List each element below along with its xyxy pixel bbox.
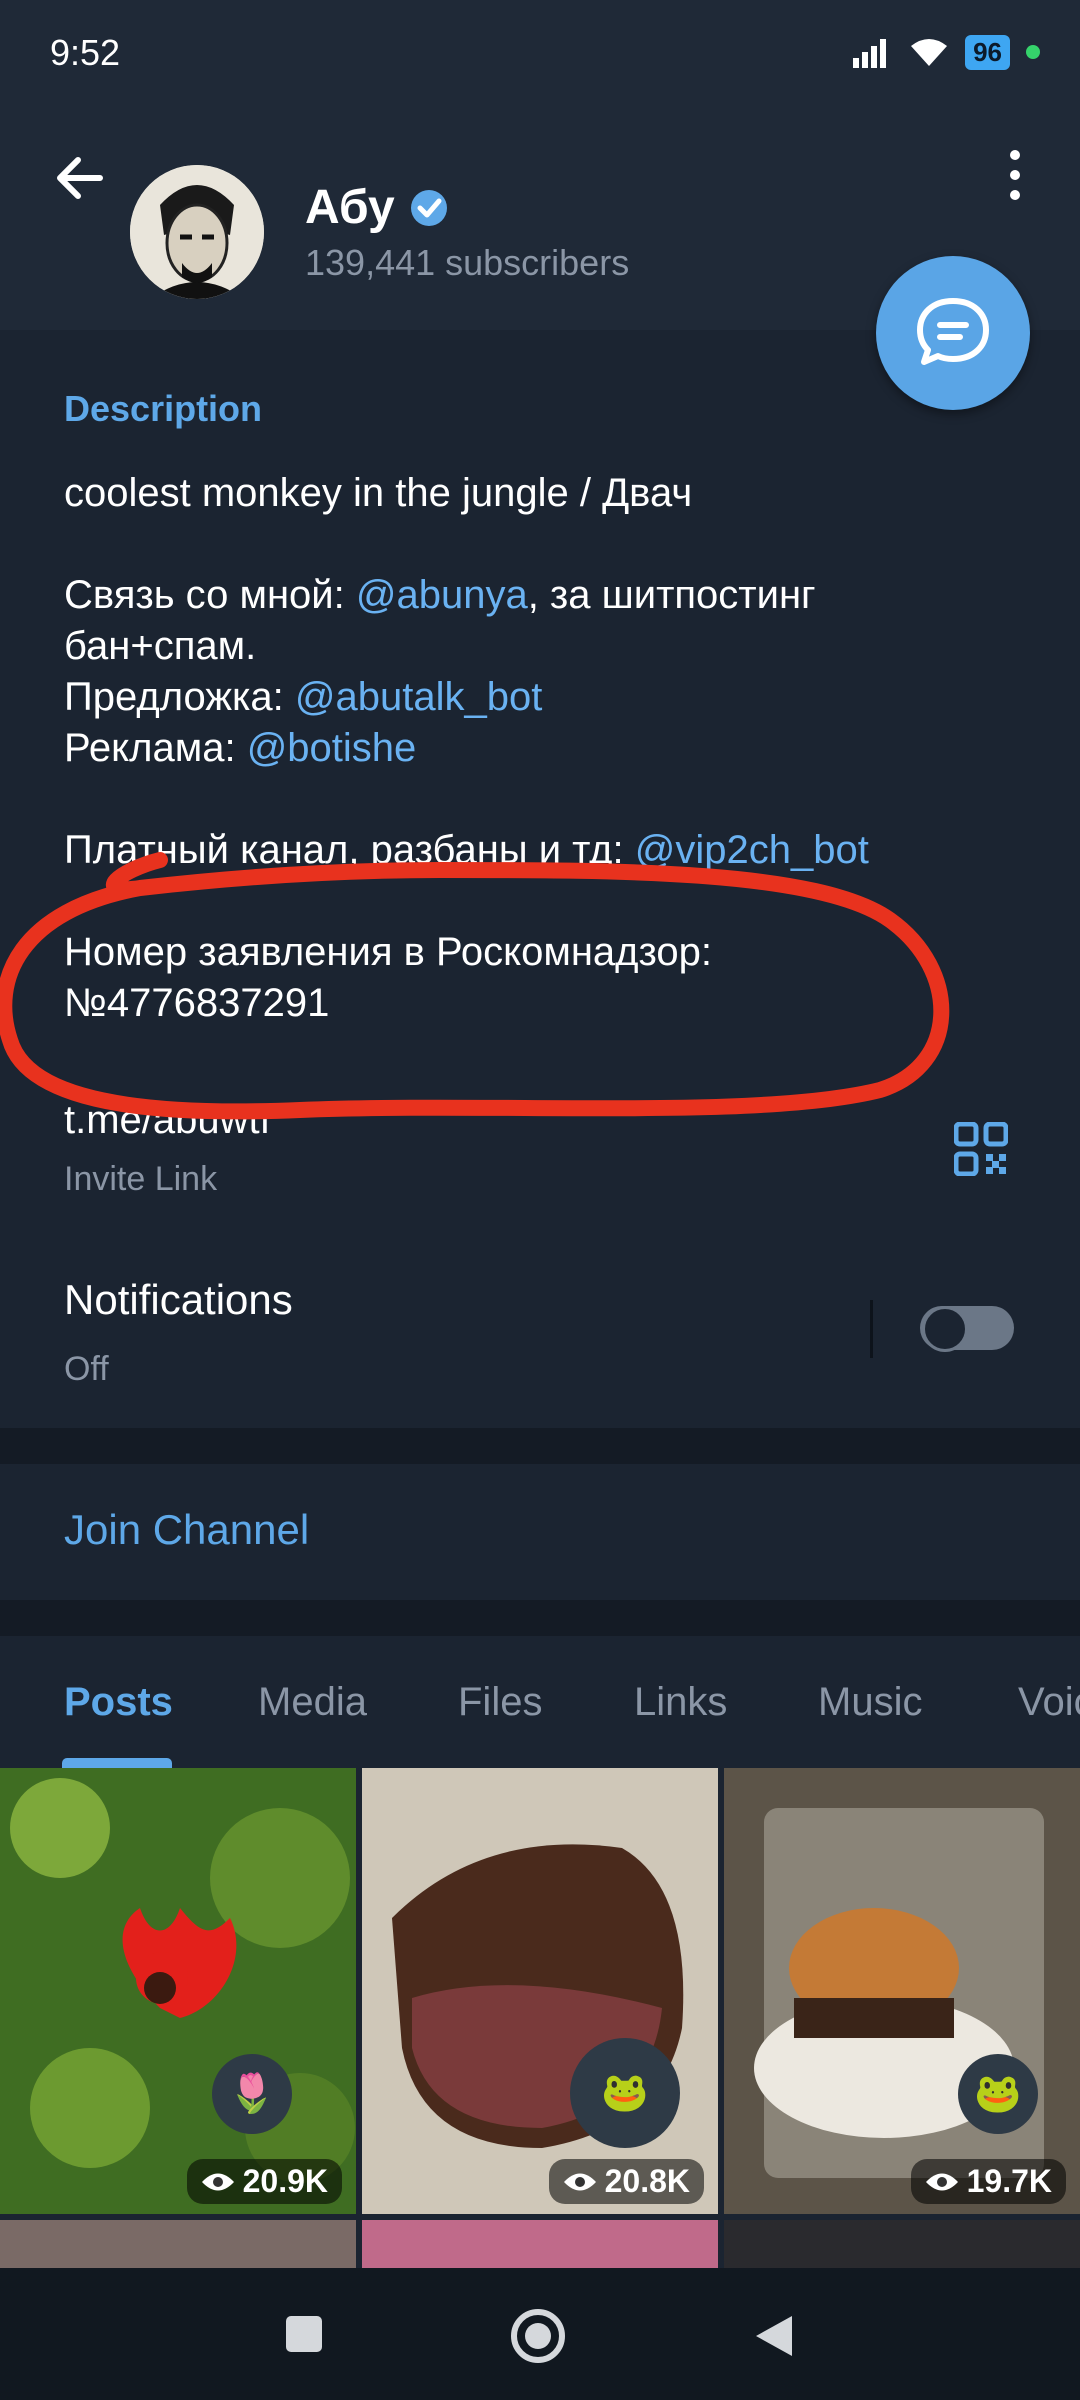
text: , за шитпостинг — [527, 573, 816, 617]
post-tile[interactable] — [362, 2220, 718, 2268]
views-value: 20.9K — [242, 2163, 328, 2199]
post-tile[interactable] — [0, 2220, 356, 2268]
tab-voice[interactable]: Voice — [1018, 1680, 1080, 1725]
flower-photo — [0, 1768, 356, 2214]
wifi-icon — [911, 39, 948, 66]
invite-link-label: Invite Link — [64, 1160, 218, 1198]
message-button[interactable] — [876, 256, 1030, 410]
post-tile[interactable] — [724, 2220, 1080, 2268]
notifications-state: Off — [64, 1350, 109, 1388]
description-line: Реклама: @botishe — [64, 723, 1024, 774]
back-triangle-icon[interactable] — [752, 2312, 796, 2360]
system-nav-bar — [0, 2268, 1080, 2400]
tab-links[interactable]: Links — [634, 1680, 727, 1725]
eye-icon — [201, 2173, 234, 2190]
section-separator — [0, 1600, 1080, 1636]
burger-photo — [724, 1768, 1080, 2214]
join-channel-button[interactable]: Join Channel — [64, 1506, 309, 1554]
eye-icon — [563, 2173, 596, 2190]
reaction-sticker: 🌷 — [212, 2054, 292, 2134]
posts-grid: 🌷 20.9K 🐸 20.8K 🐸 19.7K — [0, 1768, 1080, 2268]
post-tile[interactable]: 🌷 20.9K — [0, 1768, 356, 2214]
status-time: 9:52 — [50, 32, 121, 73]
view-count: 19.7K — [910, 2159, 1066, 2204]
text: Связь со мной: — [64, 573, 356, 617]
chat-bubble-icon — [917, 298, 989, 365]
subscriber-count: 139,441 subscribers — [305, 242, 630, 283]
description-line: coolest monkey in the jungle / Двач — [64, 471, 693, 515]
view-count: 20.8K — [548, 2159, 704, 2204]
reaction-sticker: 🐸 — [958, 2054, 1038, 2134]
battery-icon: 96 — [965, 34, 1010, 70]
mention-link-abutalk-bot[interactable]: @abutalk_bot — [295, 675, 542, 719]
post-tile[interactable]: 🐸 19.7K — [724, 1768, 1080, 2214]
views-value: 20.8K — [604, 2163, 690, 2199]
post-tile[interactable]: 🐸 20.8K — [362, 1768, 718, 2214]
reaction-sticker: 🐸 — [570, 2038, 680, 2148]
recents-square-icon[interactable] — [284, 2314, 324, 2354]
privacy-dot-icon — [1026, 45, 1040, 59]
tab-files[interactable]: Files — [458, 1680, 542, 1725]
active-tab-indicator — [62, 1758, 172, 1768]
tab-media[interactable]: Media — [258, 1680, 367, 1725]
description-line: Предложка: @abutalk_bot — [64, 672, 1024, 723]
tab-music[interactable]: Music — [818, 1680, 922, 1725]
text: Предложка: — [64, 675, 295, 719]
verified-badge-icon — [410, 189, 447, 226]
notifications-title: Notifications — [64, 1276, 293, 1323]
channel-avatar[interactable] — [130, 165, 264, 299]
description-label: Description — [64, 388, 263, 429]
signal-icon — [853, 39, 887, 68]
steak-photo — [362, 1768, 718, 2214]
description-line: бан+спам. — [64, 624, 257, 668]
more-vert-icon[interactable] — [1000, 145, 1030, 205]
views-value: 19.7K — [966, 2163, 1052, 2199]
notifications-toggle[interactable] — [920, 1306, 1014, 1352]
description-line: Связь со мной: @abunya, за шитпостинг — [64, 570, 1024, 621]
back-arrow-icon[interactable] — [50, 148, 110, 208]
vertical-divider — [870, 1300, 873, 1358]
avatar-portrait-icon — [130, 165, 264, 299]
red-annotation-ring — [0, 852, 950, 1120]
view-count: 20.9K — [186, 2159, 342, 2204]
media-tabs: Posts Media Files Links Music Voice — [0, 1636, 1080, 1768]
tab-posts[interactable]: Posts — [64, 1680, 173, 1725]
toggle-knob — [922, 1306, 968, 1352]
channel-title: Абу — [305, 180, 449, 235]
text: Реклама: — [64, 726, 247, 770]
status-icons: 96 — [853, 30, 1040, 74]
mention-link-abunya[interactable]: @abunya — [356, 573, 528, 617]
channel-name: Абу — [305, 181, 395, 234]
section-separator — [0, 1428, 1080, 1464]
home-circle-icon[interactable] — [510, 2308, 566, 2364]
eye-icon — [925, 2173, 958, 2190]
mention-link-botishe[interactable]: @botishe — [247, 726, 417, 770]
